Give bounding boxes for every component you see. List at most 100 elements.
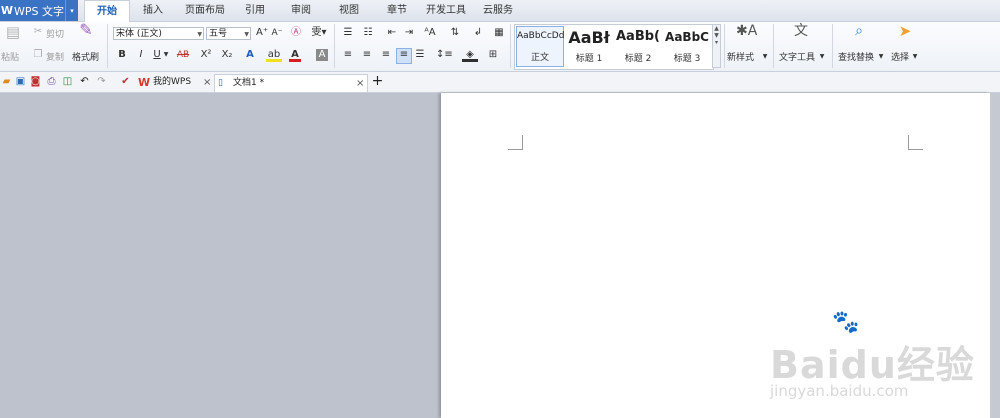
italic-button[interactable]: I	[136, 49, 146, 61]
tab-developer[interactable]: 开发工具	[424, 0, 468, 21]
style-gallery-scroll[interactable]: ▲ ▼ ▾	[712, 24, 721, 68]
format-painter-button[interactable]: 格式刷	[72, 50, 99, 63]
underline-button[interactable]: U	[152, 49, 162, 61]
style-gallery: AaBbCcDd 正文 AaBł 标题 1 AaBb( 标题 2 AaBbC 标…	[514, 24, 714, 70]
style-preview: AaBbCcDd	[517, 31, 565, 41]
subscript-button[interactable]: X₂	[220, 49, 234, 61]
font-name-value: 宋体 (正文)	[116, 29, 162, 39]
export-pdf-icon[interactable]: ◙	[29, 75, 42, 88]
tab-view[interactable]: 视图	[334, 0, 364, 21]
justify-icon[interactable]: ≡	[396, 48, 412, 64]
align-right-icon[interactable]: ≡	[380, 49, 392, 61]
style-name: 标题 3	[673, 54, 701, 64]
tab-insert[interactable]: 插入	[138, 0, 168, 21]
copy-icon: ❐	[33, 49, 43, 60]
numbered-list-icon[interactable]: ☷	[360, 27, 376, 39]
style-heading-1[interactable]: AaBł 标题 1	[565, 26, 613, 67]
strikethrough-button[interactable]: AB	[174, 49, 192, 61]
app-menu-button[interactable]: W WPS 文字 ▾	[0, 0, 78, 21]
borders-icon[interactable]: ⊞	[486, 49, 500, 61]
shading-icon[interactable]: ◈	[462, 49, 478, 62]
text-tools-button[interactable]: 文字工具	[779, 50, 815, 63]
font-size-value: 五号	[209, 29, 228, 39]
superscript-button[interactable]: X²	[199, 49, 213, 61]
tab-page-layout[interactable]: 页面布局	[180, 0, 230, 21]
chevron-down-icon[interactable]: ▼	[878, 51, 884, 63]
close-icon[interactable]: ×	[356, 75, 364, 92]
highlight-icon[interactable]: ab	[266, 49, 282, 62]
font-size-select[interactable]: 五号 ▼	[206, 27, 251, 40]
watermark: 🐾 Baidu经验 jingyan.baidu.com	[770, 310, 985, 410]
chevron-down-icon[interactable]: ▼	[162, 49, 170, 61]
cursor-arrow-icon: ➤	[898, 22, 912, 40]
show-marks-icon[interactable]: ↲	[471, 27, 485, 39]
print-icon[interactable]: ⎙	[45, 75, 58, 88]
tab-document-1[interactable]: ▯ 文档1 * ×	[214, 74, 368, 92]
redo-icon[interactable]: ↷	[95, 75, 108, 88]
tab-my-wps[interactable]: W 我的WPS ×	[136, 74, 214, 92]
find-replace-button[interactable]: 查找替换	[838, 50, 874, 63]
change-case-icon[interactable]: ᴬA	[422, 27, 438, 39]
font-color-icon[interactable]: A	[289, 49, 301, 62]
style-heading-3[interactable]: AaBbC 标题 3	[663, 26, 711, 67]
style-normal[interactable]: AaBbCcDd 正文	[516, 26, 564, 67]
style-preview: AaBbC	[665, 30, 709, 44]
save-icon[interactable]: ▣	[14, 75, 27, 88]
copy-button[interactable]: 复制	[46, 50, 64, 63]
chevron-down-icon: ▼	[197, 31, 202, 38]
customize-quick-access-icon[interactable]: ✔	[119, 75, 132, 88]
find-replace-icon: ⌕	[855, 23, 863, 39]
divider	[773, 24, 774, 68]
decrease-indent-icon[interactable]: ⇤	[386, 27, 398, 39]
watermark-url: jingyan.baidu.com	[770, 382, 909, 400]
bullet-list-icon[interactable]: ☰	[340, 27, 356, 39]
select-button[interactable]: 选择	[891, 50, 909, 63]
table-grid-icon[interactable]: ▦	[492, 27, 506, 39]
scissors-icon: ✂	[33, 26, 43, 37]
sort-icon[interactable]: ⇅	[448, 27, 462, 39]
text-effect-icon[interactable]: A	[243, 49, 257, 61]
shrink-font-icon[interactable]: A⁻	[271, 27, 283, 39]
new-tab-button[interactable]: +	[371, 74, 384, 88]
increase-indent-icon[interactable]: ⇥	[403, 27, 415, 39]
paste-button[interactable]: 粘贴	[1, 50, 19, 63]
vertical-scrollbar[interactable]	[990, 93, 1000, 418]
tab-review[interactable]: 审阅	[286, 0, 316, 21]
margin-marker-top-left	[508, 135, 523, 150]
new-style-button[interactable]: 新样式	[727, 50, 754, 63]
new-style-icon: ✱A	[736, 23, 758, 39]
style-name: 正文	[530, 53, 549, 63]
char-shading-icon[interactable]: A	[316, 49, 328, 61]
close-icon[interactable]: ×	[203, 74, 211, 91]
phonetic-guide-icon[interactable]: 雯▾	[309, 27, 329, 39]
font-name-select[interactable]: 宋体 (正文) ▼	[113, 27, 204, 40]
clear-format-icon[interactable]: Ⓐ	[290, 27, 302, 39]
tab-cloud[interactable]: 云服务	[478, 0, 518, 21]
style-heading-2[interactable]: AaBb( 标题 2	[614, 26, 662, 67]
distribute-icon[interactable]: ☰	[414, 49, 426, 61]
divider	[510, 24, 511, 68]
align-center-icon[interactable]: ≡	[361, 49, 373, 61]
format-painter-icon: ✎	[79, 20, 93, 39]
tab-sections[interactable]: 章节	[382, 0, 412, 21]
paw-icon: 🐾	[832, 310, 860, 335]
align-left-icon[interactable]: ≡	[342, 49, 354, 61]
divider	[832, 24, 833, 68]
undo-icon[interactable]: ↶	[78, 75, 91, 88]
line-spacing-icon[interactable]: ↕≡	[436, 49, 453, 61]
chevron-down-icon[interactable]: ▾	[65, 0, 78, 21]
open-folder-icon[interactable]: ▰	[0, 75, 13, 88]
style-preview: AaBł	[568, 28, 610, 47]
chevron-down-icon[interactable]: ▼	[819, 51, 825, 63]
wps-logo-icon: W	[138, 76, 151, 89]
print-preview-icon[interactable]: ◫	[61, 75, 74, 88]
menu-bar: W WPS 文字 ▾ 开始 插入 页面布局 引用 审阅 视图 章节 开发工具 云…	[0, 0, 1000, 23]
chevron-down-icon[interactable]: ▼	[762, 51, 768, 63]
bold-button[interactable]: B	[117, 49, 127, 61]
tab-references[interactable]: 引用	[240, 0, 270, 21]
cut-button[interactable]: 剪切	[46, 27, 64, 40]
ribbon: ▤ 粘贴 ✂ 剪切 ❐ 复制 ✎ 格式刷 宋体 (正文) ▼ 五号 ▼ A⁺ A⁻ …	[0, 22, 1000, 72]
grow-font-icon[interactable]: A⁺	[256, 27, 268, 39]
document-icon: ▯	[218, 78, 223, 88]
chevron-down-icon[interactable]: ▼	[912, 51, 918, 63]
